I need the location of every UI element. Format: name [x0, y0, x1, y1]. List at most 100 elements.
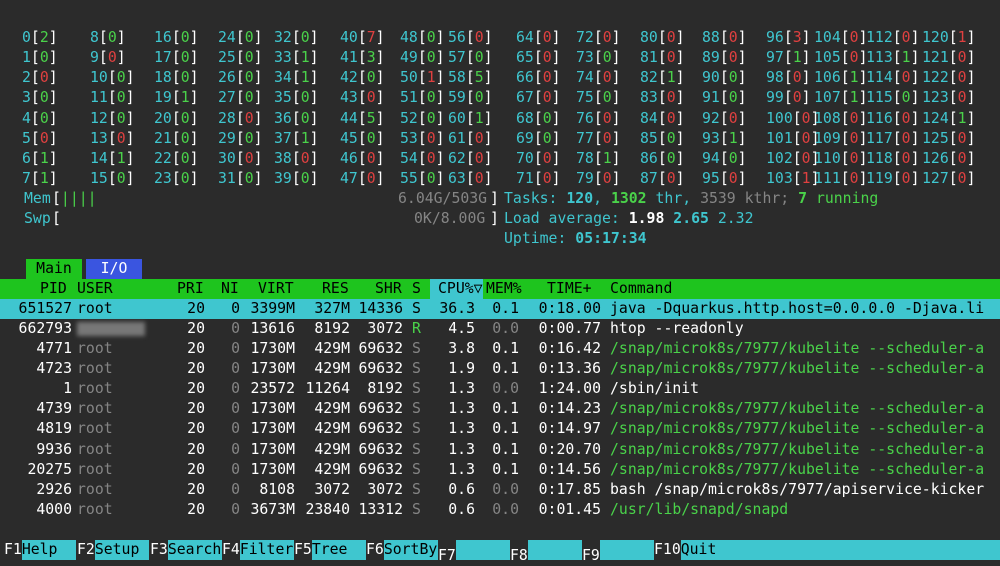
process-row[interactable]: 4000 root 20 0 3673M 23840 13312 S 0.6 0.0 0:01.45… — [0, 500, 1000, 520]
fkey-f3[interactable]: F3Search — [150, 540, 222, 560]
cpu-id: 26 — [218, 69, 236, 87]
cpu-meter: 14[1] — [90, 149, 135, 169]
col-cpu-sorted[interactable]: CPU%▽ — [430, 278, 483, 299]
cpu-meter: 83[0] — [640, 88, 685, 108]
fkey-f1[interactable]: F1Help — [4, 540, 76, 560]
cpu-id: 42 — [340, 69, 358, 87]
cpu-usage: 0 — [542, 149, 552, 167]
cpu-usage: 1 — [300, 129, 310, 147]
col-command[interactable]: Command — [610, 279, 672, 299]
fkey-f9[interactable]: F9 — [582, 540, 654, 564]
cell-res: 8192 — [314, 319, 350, 337]
cpu-meters: 0[2] 8[0] 16[0] 24[0] 32[0] 40[7] 48[0] 56[0] 64… — [4, 28, 1000, 189]
cpu-id: 77 — [576, 129, 594, 147]
process-row[interactable]: 20275 root 20 0 1730M 429M 69632 S 1.3 0.1 0:14.56… — [0, 460, 1000, 480]
tab-main[interactable]: Main — [26, 258, 82, 279]
cell-s: S — [412, 440, 421, 458]
cpu-usage: 0 — [542, 29, 552, 46]
col-mem[interactable]: MEM% — [486, 279, 522, 299]
cpu-usage: 0 — [849, 49, 859, 67]
cpu-id: 102 — [766, 149, 793, 167]
cpu-meter: 35[0] — [274, 88, 319, 108]
col-virt[interactable]: VIRT — [258, 279, 294, 299]
cpu-id: 115 — [866, 89, 893, 107]
cell-pid: 662793 — [18, 319, 72, 337]
cell-ni: 0 — [231, 420, 240, 438]
swp-meter: Swp [ 0K/8.00G ] Load average: 1.98 2.65… — [4, 209, 1000, 229]
cpu-usage: 3 — [366, 49, 376, 67]
col-res[interactable]: RES — [322, 279, 349, 299]
col-shr[interactable]: SHR — [375, 279, 402, 299]
process-row[interactable]: 662793 20 0 13616 8192 3072 R 4.5 0.0 0:00.77 htop… — [0, 319, 1000, 339]
cpu-usage: 0 — [602, 109, 612, 127]
cell-user: root — [77, 440, 113, 458]
fkey-f5[interactable]: F5Tree — [294, 540, 366, 560]
cpu-id: 32 — [274, 29, 292, 46]
col-user[interactable]: USER — [77, 279, 113, 299]
cpu-usage: 0 — [244, 109, 254, 127]
cpu-meter: 111[0] — [814, 169, 868, 189]
cpu-usage: 0 — [542, 129, 552, 147]
fkey-f7[interactable]: F7 — [438, 540, 510, 564]
cpu-meter: 52[0] — [400, 109, 445, 129]
process-row[interactable]: 4723 root 20 0 1730M 429M 69632 S 1.9 0.1 0:13.36 /… — [0, 359, 1000, 379]
process-row[interactable]: 2926 root 20 0 8108 3072 3072 S 0.6 0.0 0:17.85 bas… — [0, 480, 1000, 500]
process-row[interactable]: 4739 root 20 0 1730M 429M 69632 S 1.3 0.1 0:14.23 /… — [0, 399, 1000, 419]
cpu-usage: 0 — [666, 169, 676, 187]
cell-command: /snap/microk8s/7977/kubelite --scheduler… — [610, 339, 985, 357]
cpu-usage: 0 — [901, 29, 911, 46]
process-row[interactable]: 4819 root 20 0 1730M 429M 69632 S 1.3 0.1 0:14.97 /… — [0, 419, 1000, 439]
cpu-usage: 1 — [957, 109, 967, 127]
cpu-id: 46 — [340, 149, 358, 167]
fkey-label: Quit — [680, 540, 1000, 560]
cpu-meter: 86[0] — [640, 149, 685, 169]
cpu-meter-row: 7[1] 15[0] 23[0] 31[0] 39[0] 47[0] 55[0] 63[0] 7… — [4, 169, 1000, 189]
fkey-number: F6 — [366, 541, 384, 558]
cpu-usage: 0 — [244, 89, 254, 107]
fkey-f2[interactable]: F2Setup — [77, 540, 149, 560]
load-average: Load average: 1.98 2.65 2.32 — [504, 210, 754, 228]
cpu-meter: 127[0] — [922, 169, 976, 189]
cell-pid: 4739 — [36, 400, 72, 418]
cpu-meter: 15[0] — [90, 169, 135, 189]
cell-time: 0:14.56 — [538, 460, 601, 478]
cpu-usage: 0 — [300, 29, 310, 46]
cpu-usage: 0 — [901, 169, 911, 187]
cpu-usage: 0 — [180, 49, 190, 67]
process-row[interactable]: 4771 root 20 0 1730M 429M 69632 S 3.8 0.1 0:16.42 /… — [0, 339, 1000, 359]
cpu-id: 72 — [576, 29, 594, 46]
cpu-id: 96 — [766, 29, 784, 46]
cpu-meter: 50[1] — [400, 68, 445, 88]
cpu-usage: 0 — [180, 109, 190, 127]
cpu-meter: 95[0] — [702, 169, 747, 189]
cpu-usage: 0 — [426, 149, 436, 167]
cpu-meter: 94[0] — [702, 149, 747, 169]
cpu-id: 92 — [702, 109, 720, 127]
cpu-id: 85 — [640, 129, 658, 147]
process-row[interactable]: 1 root 20 0 23572 11264 8192 S 1.3 0.0 1:24.00/sbi… — [0, 379, 1000, 399]
col-pri[interactable]: PRI — [177, 279, 204, 299]
cpu-id: 70 — [516, 149, 534, 167]
cpu-usage: 0 — [957, 49, 967, 67]
tab-io[interactable]: I/O — [86, 258, 142, 279]
cpu-usage: 0 — [957, 149, 967, 167]
cpu-id: 15 — [90, 169, 108, 187]
col-time[interactable]: TIME+ — [547, 279, 592, 299]
process-row[interactable]: 9936 root 20 0 1730M 429M 69632 S 1.3 0.1 0:20.70 /… — [0, 440, 1000, 460]
cpu-id: 81 — [640, 49, 658, 67]
col-pid[interactable]: PID — [40, 279, 67, 299]
cpu-meter: 5[0] — [22, 129, 58, 149]
fkey-number: F8 — [510, 547, 528, 564]
cpu-id: 54 — [400, 149, 418, 167]
cell-pid: 4819 — [36, 420, 72, 438]
process-row[interactable]: 651527 root 20 0 3399M 327M 14336 S 36.3 0.1 0:18.… — [0, 298, 1000, 319]
fkey-f10[interactable]: F10Quit — [654, 540, 1000, 560]
col-ni[interactable]: NI — [221, 279, 239, 299]
col-state[interactable]: S — [412, 279, 421, 299]
fkey-f6[interactable]: F6SortBy — [366, 540, 438, 560]
fkey-f8[interactable]: F8 — [510, 540, 582, 564]
cell-cpu: 36.3 — [439, 299, 475, 317]
cpu-usage: 0 — [801, 129, 811, 147]
cpu-id: 4 — [22, 109, 31, 127]
fkey-f4[interactable]: F4Filter — [222, 540, 294, 560]
